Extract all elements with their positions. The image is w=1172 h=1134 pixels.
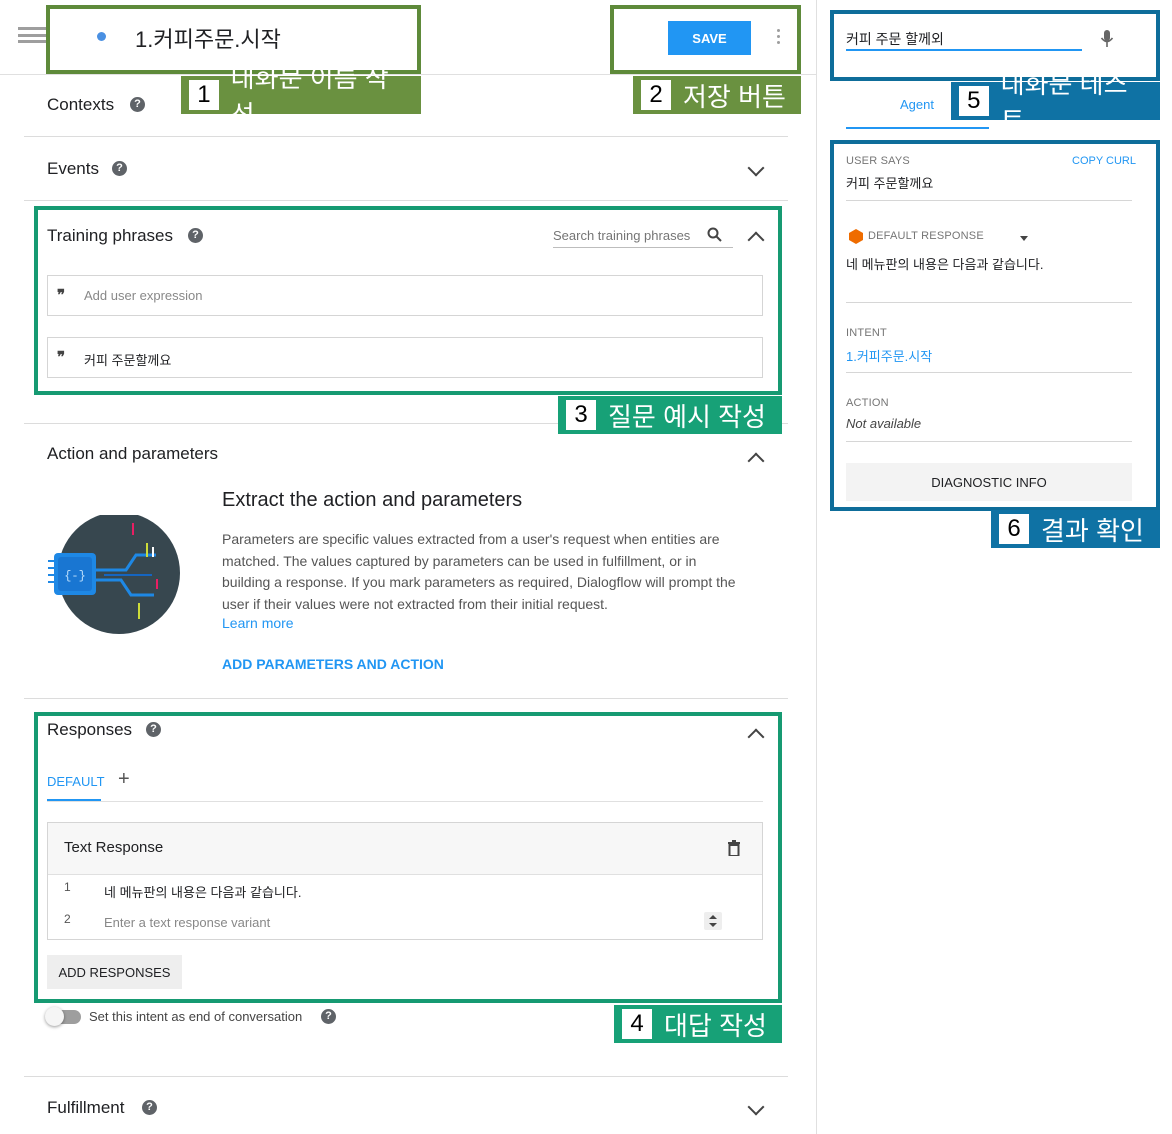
callout-5-number: 5 bbox=[959, 86, 989, 116]
action-params-heading: Extract the action and parameters bbox=[222, 489, 523, 511]
callout-1-tag: 1 대화문 이름 작성 bbox=[181, 63, 421, 130]
callout-4-tag: 4 대답 작성 bbox=[614, 1005, 782, 1043]
hamburger-menu-icon[interactable] bbox=[18, 27, 46, 43]
tab-agent[interactable]: Agent bbox=[900, 97, 934, 112]
callout-5-tag: 5 대화문 테스트 bbox=[951, 69, 1160, 136]
events-expand-icon[interactable] bbox=[747, 159, 765, 177]
callout-4-frame bbox=[34, 712, 782, 1003]
events-title[interactable]: Events bbox=[47, 159, 99, 179]
learn-more-link[interactable]: Learn more bbox=[222, 615, 294, 631]
callout-3-number: 3 bbox=[566, 400, 596, 430]
callout-2-text: 저장 버튼 bbox=[683, 81, 786, 112]
contexts-help-icon[interactable]: ? bbox=[130, 97, 145, 112]
callout-6-number: 6 bbox=[999, 514, 1029, 544]
divider bbox=[24, 698, 788, 699]
callout-6-tag: 6 결과 확인 bbox=[991, 510, 1160, 548]
callout-1-text: 대화문 이름 작성 bbox=[230, 63, 389, 130]
callout-5-text: 대화문 테스트 bbox=[1000, 69, 1128, 136]
fulfillment-help-icon[interactable]: ? bbox=[142, 1100, 157, 1115]
callout-3-tag: 3 질문 예시 작성 bbox=[558, 396, 782, 434]
callout-3-frame bbox=[34, 206, 782, 395]
callout-6-frame bbox=[830, 140, 1160, 511]
callout-4-text: 대답 작성 bbox=[664, 1010, 767, 1041]
divider bbox=[24, 200, 788, 201]
tab-agent-underline bbox=[846, 127, 989, 129]
action-collapse-icon[interactable] bbox=[747, 452, 765, 470]
fulfillment-title[interactable]: Fulfillment bbox=[47, 1098, 124, 1118]
end-conversation-label: Set this intent as end of conversation bbox=[89, 1009, 303, 1024]
divider bbox=[24, 1076, 788, 1077]
callout-3-text: 질문 예시 작성 bbox=[608, 401, 766, 432]
callout-6-text: 결과 확인 bbox=[1041, 515, 1144, 546]
contexts-title[interactable]: Contexts bbox=[47, 95, 114, 115]
toggle-knob bbox=[45, 1007, 64, 1026]
action-params-title[interactable]: Action and parameters bbox=[47, 444, 218, 464]
callout-2-frame bbox=[610, 5, 801, 74]
parameters-illustration: {-} bbox=[46, 512, 186, 640]
events-help-icon[interactable]: ? bbox=[112, 161, 127, 176]
right-panel-divider bbox=[816, 0, 817, 1134]
action-params-description: Parameters are specific values extracted… bbox=[222, 531, 736, 612]
add-parameters-button[interactable]: ADD PARAMETERS AND ACTION bbox=[222, 656, 444, 672]
callout-2-number: 2 bbox=[641, 80, 671, 110]
divider bbox=[24, 136, 788, 137]
callout-4-number: 4 bbox=[622, 1009, 652, 1039]
callout-1-number: 1 bbox=[189, 80, 219, 110]
end-conversation-toggle[interactable] bbox=[45, 1007, 81, 1026]
callout-2-tag: 2 저장 버튼 bbox=[633, 76, 801, 114]
svg-text:{-}: {-} bbox=[64, 569, 86, 583]
end-conversation-help-icon[interactable]: ? bbox=[321, 1009, 336, 1024]
fulfillment-expand-icon[interactable] bbox=[747, 1098, 765, 1116]
